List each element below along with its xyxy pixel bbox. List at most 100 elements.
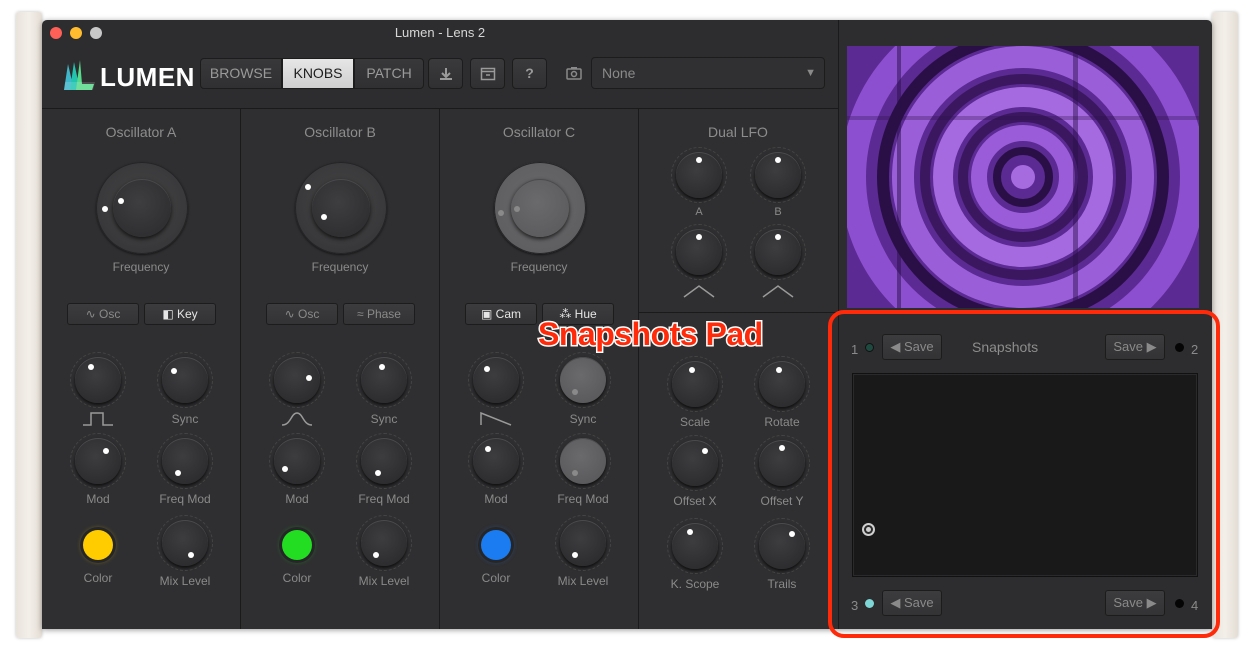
osc-b-mixlevel-label: Mix Level	[358, 574, 410, 588]
osc-b-mod-knob[interactable]	[269, 433, 325, 489]
visual-preview	[847, 46, 1199, 308]
divider	[439, 108, 440, 629]
osc-c-title: Oscillator C	[502, 124, 576, 140]
osc-a-frequency-label: Frequency	[112, 260, 170, 274]
osc-a-mod-label: Mod	[86, 492, 110, 506]
osc-a-frequency-knob[interactable]	[96, 162, 188, 254]
scale-label: Scale	[679, 415, 711, 429]
camera-icon: ▣	[480, 307, 496, 321]
rotate-label: Rotate	[764, 415, 800, 429]
preset-select[interactable]: None ▼	[591, 57, 825, 89]
osc-b-phase-button[interactable]: ≈ Phase	[343, 303, 415, 325]
kscope-label: K. Scope	[670, 577, 720, 591]
lfo-a-label: A	[695, 206, 703, 218]
window-icon	[480, 67, 495, 81]
osc-c-frequency-label: Frequency	[510, 260, 568, 274]
lumen-logo: LUMEN	[62, 60, 212, 94]
osc-c-mixlevel-label: Mix Level	[557, 574, 609, 588]
square-wave-icon	[83, 412, 113, 426]
scale-knob[interactable]	[667, 356, 723, 412]
lfo-a-depth-knob[interactable]	[671, 224, 727, 280]
osc-b-color-label: Color	[282, 571, 312, 585]
osc-c-mod-knob[interactable]	[468, 433, 524, 489]
wave-icon: ∿	[85, 307, 100, 321]
osc-b-osc-label: Osc	[298, 307, 320, 321]
osc-b-title: Oscillator B	[304, 124, 376, 140]
osc-a-key-button[interactable]: ◧ Key	[144, 303, 216, 325]
osc-c-sync-label: Sync	[569, 412, 597, 426]
osc-a-sync-label: Sync	[171, 412, 199, 426]
help-button[interactable]: ?	[512, 58, 547, 89]
osc-a-color-swatch[interactable]	[83, 530, 113, 560]
osc-b-color-swatch[interactable]	[282, 530, 312, 560]
divider	[240, 108, 241, 629]
dual-lfo-title: Dual LFO	[708, 124, 768, 140]
lfo-b-depth-knob[interactable]	[750, 224, 806, 280]
osc-b-wave-knob[interactable]	[269, 352, 325, 408]
osc-b-frequency-label: Frequency	[311, 260, 369, 274]
osc-c-color-label: Color	[481, 571, 511, 585]
saw-wave-icon	[480, 411, 512, 426]
osc-c-mixlevel-knob[interactable]	[555, 515, 611, 571]
osc-c-freqmod-knob[interactable]	[555, 433, 611, 489]
download-button[interactable]	[428, 58, 463, 89]
osc-b-sync-knob[interactable]	[356, 352, 412, 408]
osc-b-mixlevel-knob[interactable]	[356, 515, 412, 571]
offset-y-knob[interactable]	[754, 435, 810, 491]
osc-a-wave-knob[interactable]	[70, 352, 126, 408]
osc-b-freqmod-knob[interactable]	[356, 433, 412, 489]
kscope-knob[interactable]	[667, 518, 723, 574]
osc-c-cam-label: Cam	[495, 307, 521, 321]
osc-b-mod-label: Mod	[285, 492, 309, 506]
preset-select-value: None	[602, 65, 636, 81]
tab-browse[interactable]: BROWSE	[200, 58, 282, 89]
osc-a-freqmod-knob[interactable]	[157, 433, 213, 489]
osc-a-mod-knob[interactable]	[70, 433, 126, 489]
sine-bump-icon	[281, 412, 313, 426]
osc-c-sync-knob[interactable]	[555, 352, 611, 408]
download-icon	[439, 68, 452, 80]
osc-c-wave-knob[interactable]	[468, 352, 524, 408]
osc-a-sync-knob[interactable]	[157, 352, 213, 408]
osc-c-frequency-knob[interactable]	[494, 162, 586, 254]
osc-a-osc-button[interactable]: ∿ Osc	[67, 303, 139, 325]
osc-a-key-label: Key	[176, 307, 198, 321]
tab-patch[interactable]: PATCH	[354, 58, 424, 89]
osc-b-osc-button[interactable]: ∿ Osc	[266, 303, 338, 325]
annotation-highlight-box	[828, 310, 1220, 638]
osc-a-mixlevel-knob[interactable]	[157, 515, 213, 571]
lfo-b-label: B	[774, 206, 782, 218]
lfo-a-rate-knob[interactable]	[671, 147, 727, 203]
lfo-b-triangle-icon[interactable]	[762, 284, 794, 298]
window-button[interactable]	[470, 58, 505, 89]
offset-x-label: Offset X	[673, 494, 717, 508]
trails-label: Trails	[767, 577, 797, 591]
tab-knobs[interactable]: KNOBS	[282, 58, 354, 89]
osc-a-mixlevel-label: Mix Level	[159, 574, 211, 588]
lfo-a-triangle-icon[interactable]	[683, 284, 715, 298]
wave-icon: ∿	[284, 307, 299, 321]
rotate-knob[interactable]	[754, 356, 810, 412]
key-icon: ◧	[162, 307, 177, 321]
osc-a-freqmod-label: Freq Mod	[159, 492, 211, 506]
divider	[638, 108, 639, 629]
toolbar: LUMEN BROWSE KNOBS PATCH ? None ▼	[42, 46, 838, 108]
help-icon: ?	[525, 65, 534, 81]
osc-b-sync-label: Sync	[370, 412, 398, 426]
osc-b-frequency-knob[interactable]	[295, 162, 387, 254]
trails-knob[interactable]	[754, 518, 810, 574]
window-title: Lumen - Lens 2	[394, 25, 486, 40]
divider	[639, 312, 838, 313]
offset-x-knob[interactable]	[667, 435, 723, 491]
osc-a-osc-label: Osc	[99, 307, 121, 321]
preview-rings-graphic	[847, 46, 1199, 308]
osc-c-cam-button[interactable]: ▣ Cam	[465, 303, 537, 325]
osc-c-color-swatch[interactable]	[481, 530, 511, 560]
osc-a-title: Oscillator A	[105, 124, 177, 140]
offset-y-label: Offset Y	[760, 494, 804, 508]
lfo-b-rate-knob[interactable]	[750, 147, 806, 203]
camera-icon	[566, 67, 582, 80]
lumen-logo-text: LUMEN	[100, 62, 195, 92]
phase-icon: ≈	[357, 307, 367, 321]
osc-c-mod-label: Mod	[484, 492, 508, 506]
